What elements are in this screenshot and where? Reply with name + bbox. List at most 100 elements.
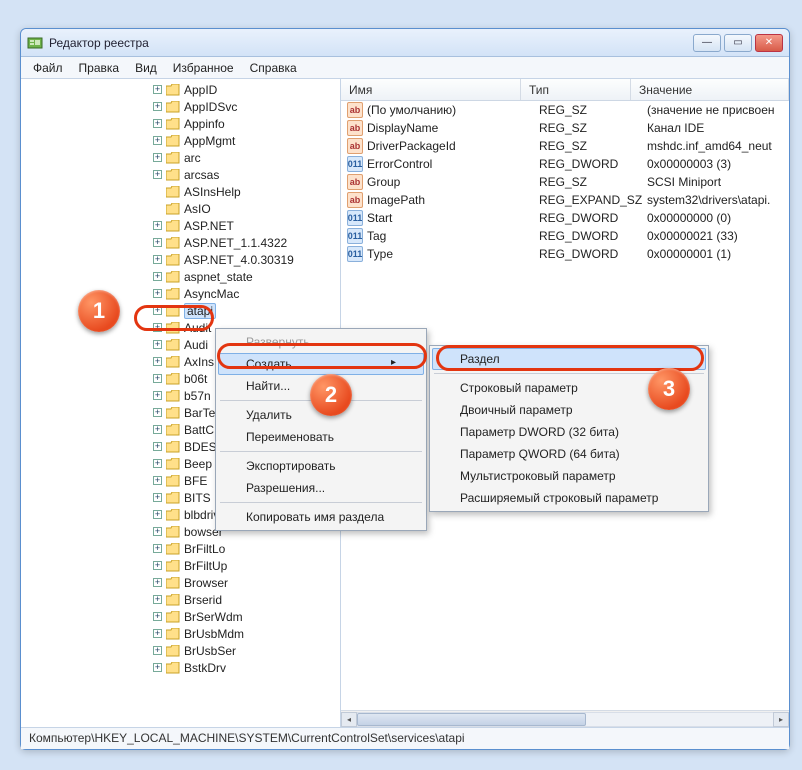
dword-icon: 011 xyxy=(347,210,363,226)
tree-item-label: Brserid xyxy=(184,593,222,607)
tree-item-asyncmac[interactable]: +AsyncMac xyxy=(21,285,340,302)
scroll-thumb[interactable] xyxy=(357,713,586,726)
menu-file[interactable]: Файл xyxy=(25,57,71,78)
tree-item-asp.net_4.0.30319[interactable]: +ASP.NET_4.0.30319 xyxy=(21,251,340,268)
expand-icon[interactable]: + xyxy=(153,527,162,536)
tree-item-brusbser[interactable]: +BrUsbSer xyxy=(21,642,340,659)
value-row[interactable]: abDriverPackageIdREG_SZmshdc.inf_amd64_n… xyxy=(341,137,789,155)
tree-item-brserid[interactable]: + Brserid xyxy=(21,591,340,608)
expand-icon[interactable]: + xyxy=(153,476,162,485)
value-row[interactable]: 011TagREG_DWORD0x00000021 (33) xyxy=(341,227,789,245)
value-row[interactable]: 011ErrorControlREG_DWORD0x00000003 (3) xyxy=(341,155,789,173)
sub-qword[interactable]: Параметр QWORD (64 бита) xyxy=(432,443,706,465)
list-header: Имя Тип Значение xyxy=(341,79,789,101)
sub-multistring[interactable]: Мультистроковый параметр xyxy=(432,465,706,487)
column-value[interactable]: Значение xyxy=(631,79,789,100)
folder-icon xyxy=(166,526,180,538)
expand-icon[interactable]: + xyxy=(153,272,162,281)
minimize-button[interactable]: — xyxy=(693,34,721,52)
dword-icon: 011 xyxy=(347,156,363,172)
expand-icon[interactable]: + xyxy=(153,255,162,264)
string-icon: ab xyxy=(347,138,363,154)
tree-item-asio[interactable]: AsIO xyxy=(21,200,340,217)
tree-item-label: BrFiltUp xyxy=(184,559,227,573)
column-name[interactable]: Имя xyxy=(341,79,521,100)
scroll-left-icon[interactable]: ◂ xyxy=(341,712,357,727)
menu-favorites[interactable]: Избранное xyxy=(165,57,242,78)
ctx-export[interactable]: Экспортировать xyxy=(218,455,424,477)
tree-item-aspnet_state[interactable]: + aspnet_state xyxy=(21,268,340,285)
tree-item-appinfo[interactable]: +Appinfo xyxy=(21,115,340,132)
value-row[interactable]: 011TypeREG_DWORD0x00000001 (1) xyxy=(341,245,789,263)
tree-item-brfiltup[interactable]: + BrFiltUp xyxy=(21,557,340,574)
expand-icon[interactable]: + xyxy=(153,493,162,502)
expand-icon[interactable]: + xyxy=(153,102,162,111)
dword-icon: 011 xyxy=(347,228,363,244)
value-data: Канал IDE xyxy=(647,121,789,135)
tree-item-brserwdm[interactable]: +BrSerWdm xyxy=(21,608,340,625)
expand-icon[interactable]: + xyxy=(153,374,162,383)
expand-icon[interactable]: + xyxy=(153,442,162,451)
expand-icon[interactable]: + xyxy=(153,561,162,570)
tree-item-brfiltlo[interactable]: +BrFiltLo xyxy=(21,540,340,557)
sub-dword[interactable]: Параметр DWORD (32 бита) xyxy=(432,421,706,443)
menu-edit[interactable]: Правка xyxy=(71,57,128,78)
value-row[interactable]: abGroupREG_SZSCSI Miniport xyxy=(341,173,789,191)
tree-item-label: BITS xyxy=(184,491,211,505)
menu-view[interactable]: Вид xyxy=(127,57,165,78)
tree-item-asp.net[interactable]: +ASP.NET xyxy=(21,217,340,234)
value-row[interactable]: abDisplayNameREG_SZКанал IDE xyxy=(341,119,789,137)
tree-item-arc[interactable]: +arc xyxy=(21,149,340,166)
expand-icon[interactable]: + xyxy=(153,289,162,298)
expand-icon[interactable]: + xyxy=(153,544,162,553)
expand-icon[interactable]: + xyxy=(153,595,162,604)
value-type: REG_SZ xyxy=(539,175,647,189)
maximize-button[interactable]: ▭ xyxy=(724,34,752,52)
folder-icon xyxy=(166,390,180,402)
horizontal-scrollbar[interactable]: ◂ ▸ xyxy=(341,710,789,727)
expand-icon[interactable]: + xyxy=(153,153,162,162)
expand-icon[interactable]: + xyxy=(153,578,162,587)
tree-item-appid[interactable]: +AppID xyxy=(21,81,340,98)
tree-item-asinshelp[interactable]: ASInsHelp xyxy=(21,183,340,200)
expand-icon[interactable]: + xyxy=(153,85,162,94)
tree-item-asp.net_1.1.4322[interactable]: +ASP.NET_1.1.4322 xyxy=(21,234,340,251)
expand-icon[interactable]: + xyxy=(153,221,162,230)
expand-icon[interactable]: + xyxy=(153,663,162,672)
value-row[interactable]: ab(По умолчанию)REG_SZ(значение не присв… xyxy=(341,101,789,119)
expand-icon[interactable]: + xyxy=(153,340,162,349)
expand-icon[interactable]: + xyxy=(153,459,162,468)
menu-help[interactable]: Справка xyxy=(242,57,305,78)
expand-icon[interactable]: + xyxy=(153,408,162,417)
expand-icon[interactable]: + xyxy=(153,238,162,247)
close-button[interactable]: ✕ xyxy=(755,34,783,52)
tree-item-appmgmt[interactable]: +AppMgmt xyxy=(21,132,340,149)
ctx-rename[interactable]: Переименовать xyxy=(218,426,424,448)
ctx-permissions[interactable]: Разрешения... xyxy=(218,477,424,499)
ctx-copy-key-name[interactable]: Копировать имя раздела xyxy=(218,506,424,528)
tree-item-browser[interactable]: +Browser xyxy=(21,574,340,591)
value-row[interactable]: 011StartREG_DWORD0x00000000 (0) xyxy=(341,209,789,227)
expand-icon[interactable]: + xyxy=(153,646,162,655)
expand-icon[interactable]: + xyxy=(153,629,162,638)
expand-icon[interactable]: + xyxy=(153,612,162,621)
value-row[interactable]: abImagePathREG_EXPAND_SZsystem32\drivers… xyxy=(341,191,789,209)
column-type[interactable]: Тип xyxy=(521,79,631,100)
expand-icon[interactable]: + xyxy=(153,357,162,366)
folder-icon xyxy=(166,594,180,606)
folder-icon xyxy=(166,475,180,487)
expand-icon[interactable]: + xyxy=(153,510,162,519)
tree-item-bstkdrv[interactable]: +BstkDrv xyxy=(21,659,340,676)
tree-item-brusbmdm[interactable]: +BrUsbMdm xyxy=(21,625,340,642)
tree-item-label: aspnet_state xyxy=(184,270,253,284)
expand-icon[interactable]: + xyxy=(153,170,162,179)
expand-icon[interactable]: + xyxy=(153,391,162,400)
expand-icon[interactable]: + xyxy=(153,425,162,434)
scroll-right-icon[interactable]: ▸ xyxy=(773,712,789,727)
expand-icon[interactable]: + xyxy=(153,136,162,145)
sub-expandstring[interactable]: Расширяемый строковый параметр xyxy=(432,487,706,509)
expand-icon[interactable]: + xyxy=(153,119,162,128)
tree-item-arcsas[interactable]: +arcsas xyxy=(21,166,340,183)
tree-item-label: BarTe xyxy=(184,406,215,420)
tree-item-appidsvc[interactable]: +AppIDSvc xyxy=(21,98,340,115)
